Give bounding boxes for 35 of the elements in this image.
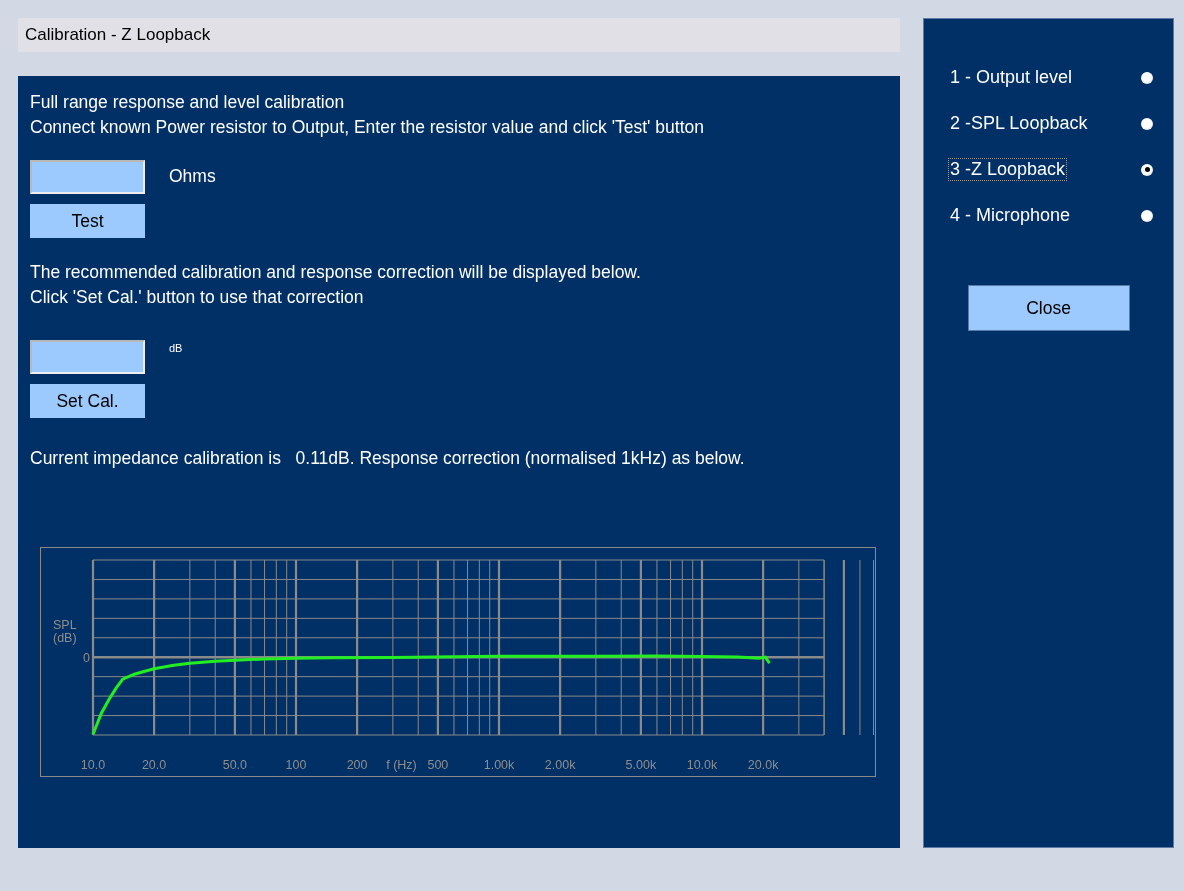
x-tick-label: 5.00k xyxy=(625,758,657,772)
y-tick-label: 0 xyxy=(83,651,90,666)
mode-label[interactable]: 4 - Microphone xyxy=(948,204,1073,227)
x-tick-label: 50.0 xyxy=(222,758,248,772)
y-axis-label: SPL (dB) xyxy=(53,618,77,646)
window-title: Calibration - Z Loopback xyxy=(25,25,211,45)
x-tick-label: 100 xyxy=(285,758,307,772)
instruction-text: The recommended calibration and response correction will be displayed below. xyxy=(30,261,641,284)
test-button[interactable]: Test xyxy=(30,204,145,238)
radio-button[interactable] xyxy=(1141,163,1153,176)
x-tick-label: 200 xyxy=(346,758,368,772)
x-tick-label: 10.0k xyxy=(686,758,718,772)
x-tick-label: 10.0 xyxy=(80,758,106,772)
radio-button[interactable] xyxy=(1141,71,1153,84)
radio-button[interactable] xyxy=(1141,209,1153,222)
mode-label[interactable]: 3 -Z Loopback xyxy=(948,158,1068,181)
resistor-input-field[interactable] xyxy=(30,160,145,194)
close-button[interactable]: Close xyxy=(967,285,1130,331)
unit-label: Ohms xyxy=(169,166,216,187)
set-cal-button[interactable]: Set Cal. xyxy=(30,384,145,418)
calibration-status-text: Current impedance calibration is 0.11dB. Response correction (normalised 1kHz) as below. xyxy=(30,447,745,470)
radio-button[interactable] xyxy=(1141,117,1153,130)
unit-label: dB xyxy=(169,342,183,354)
x-tick-label: 1.00k xyxy=(483,758,515,772)
calibration-input-field[interactable] xyxy=(30,340,145,374)
instruction-text: Full range response and level calibration xyxy=(30,91,346,114)
mode-label[interactable]: 1 - Output level xyxy=(948,66,1075,89)
x-tick-label: 20.0k xyxy=(747,758,779,772)
instruction-text: Connect known Power resistor to Output, Enter the resistor value and click 'Test' button xyxy=(30,116,704,139)
instruction-text: Click 'Set Cal.' button to use that correction xyxy=(30,286,365,309)
mode-label[interactable]: 2 -SPL Loopback xyxy=(948,112,1090,135)
x-axis-label: f (Hz) xyxy=(386,758,417,772)
x-tick-label: 2.00k xyxy=(544,758,576,772)
x-tick-label: 20.0 xyxy=(141,758,167,772)
x-tick-label: 500 xyxy=(427,758,449,772)
